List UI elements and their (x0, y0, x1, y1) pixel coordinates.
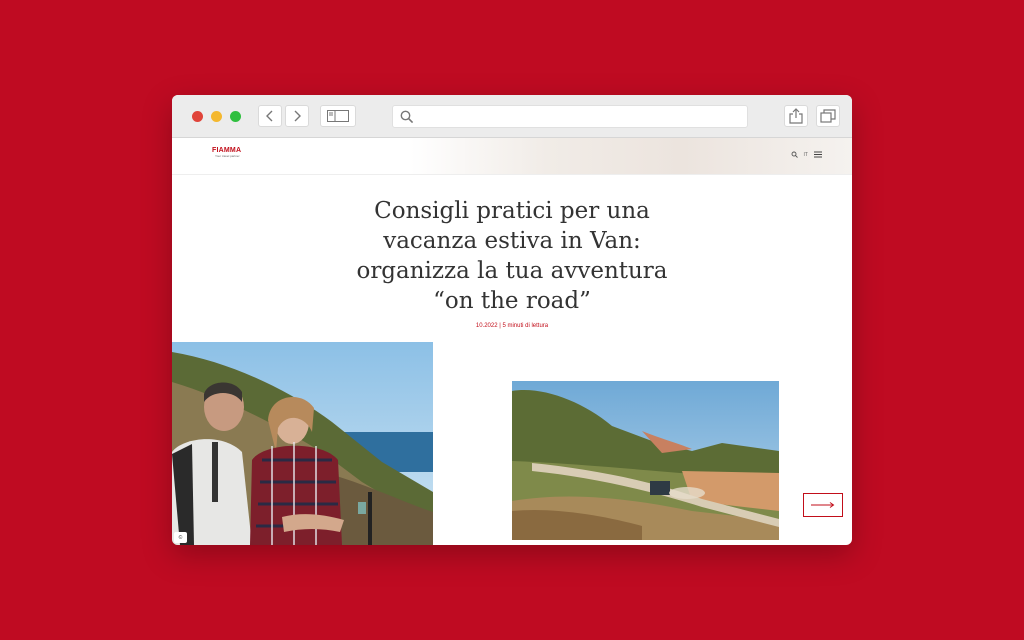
site-logo[interactable]: FIAMMA Your travel partner (212, 147, 241, 158)
title-line: organizza la tua avventura (356, 258, 668, 284)
next-slide-button[interactable] (803, 493, 843, 517)
close-window-button[interactable] (192, 111, 203, 122)
copyright-badge[interactable]: © (174, 532, 187, 543)
title-line: “on the road” (433, 288, 591, 314)
browser-toolbar (172, 95, 852, 138)
forward-button[interactable] (285, 105, 309, 127)
search-icon (400, 110, 414, 124)
sidebar-icon (327, 110, 349, 122)
share-icon (789, 108, 803, 124)
maximize-window-button[interactable] (230, 111, 241, 122)
browser-window: FIAMMA Your travel partner IT Consigli p… (172, 95, 852, 545)
hikers-photo: © (172, 342, 433, 545)
tabs-button[interactable] (816, 105, 840, 127)
arrow-right-icon (811, 502, 835, 508)
minimize-window-button[interactable] (211, 111, 222, 122)
site-header: FIAMMA Your travel partner IT (172, 138, 852, 175)
share-button[interactable] (784, 105, 808, 127)
logo-tagline: Your travel partner (215, 154, 240, 158)
article-title: Consigli pratici per una vacanza estiva … (312, 196, 712, 316)
menu-icon[interactable] (814, 151, 822, 158)
language-selector[interactable]: IT (804, 152, 808, 158)
chevron-right-icon (294, 110, 301, 122)
sidebar-toggle-button[interactable] (320, 105, 356, 127)
tabs-icon (820, 109, 836, 123)
logo-text: FIAMMA (212, 147, 242, 154)
back-button[interactable] (258, 105, 282, 127)
title-line: Consigli pratici per una (374, 198, 650, 224)
van-road-photo (512, 381, 779, 540)
chevron-left-icon (266, 110, 273, 122)
header-actions: IT (791, 151, 822, 158)
article-meta: 10.2022 | 5 minuti di lettura (475, 323, 549, 329)
title-line: vacanza estiva in Van: (383, 228, 641, 254)
address-bar[interactable] (392, 105, 748, 128)
search-icon[interactable] (791, 151, 798, 158)
